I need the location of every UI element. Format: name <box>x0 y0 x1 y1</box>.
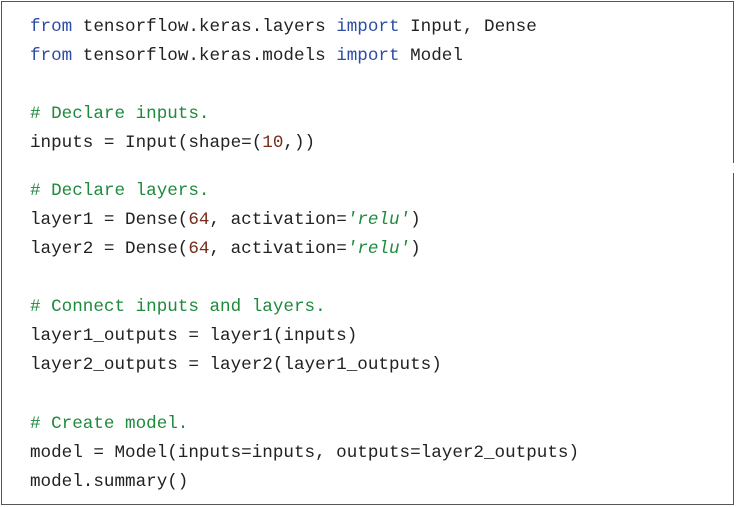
code-token-string: 'relu' <box>346 210 411 230</box>
code-token-plain: layer2_outputs = layer2(layer1_outputs) <box>30 355 442 375</box>
code-token-plain: Model <box>399 46 463 66</box>
border-gap <box>732 163 734 173</box>
code-line: inputs = Input(shape=(10,)) <box>30 129 315 158</box>
code-token-keyword: from <box>30 46 73 66</box>
code-line: from tensorflow.keras.models import Mode… <box>30 42 463 71</box>
code-token-string: 'relu' <box>346 239 411 259</box>
code-token-number: 10 <box>262 133 284 153</box>
code-line: layer2_outputs = layer2(layer1_outputs) <box>30 351 442 380</box>
code-token-comment: # Declare inputs. <box>30 104 210 124</box>
code-token-plain: layer2 = Dense( <box>30 239 189 259</box>
code-token-plain: model = Model(inputs=inputs, outputs=lay… <box>30 443 580 463</box>
code-line: layer2 = Dense(64, activation='relu') <box>30 235 421 264</box>
code-token-plain: , activation= <box>209 210 347 230</box>
code-token-plain: , activation= <box>209 239 347 259</box>
code-line: # Connect inputs and layers. <box>30 293 326 322</box>
code-line: layer1_outputs = layer1(inputs) <box>30 322 357 351</box>
code-token-plain: model.summary() <box>30 472 189 492</box>
code-token-plain: layer1 = Dense( <box>30 210 189 230</box>
code-token-comment: # Declare layers. <box>30 181 210 201</box>
code-token-plain: Input, Dense <box>399 17 537 37</box>
code-token-plain: tensorflow.keras.layers <box>72 17 337 37</box>
code-line: # Create model. <box>30 410 188 439</box>
code-token-plain: layer1_outputs = layer1(inputs) <box>30 326 358 346</box>
code-token-keyword: import <box>336 17 400 37</box>
code-block: from tensorflow.keras.layers import Inpu… <box>1 1 734 505</box>
code-line: layer1 = Dense(64, activation='relu') <box>30 206 421 235</box>
code-line: # Declare inputs. <box>30 100 210 129</box>
code-token-keyword: from <box>30 17 73 37</box>
code-token-comment: # Create model. <box>30 414 189 434</box>
code-token-number: 64 <box>188 210 210 230</box>
code-token-keyword: import <box>336 46 400 66</box>
code-token-plain: ) <box>410 210 421 230</box>
code-line: from tensorflow.keras.layers import Inpu… <box>30 13 537 42</box>
code-token-plain: ) <box>410 239 421 259</box>
code-token-plain: inputs = Input(shape=( <box>30 133 263 153</box>
code-token-comment: # Connect inputs and layers. <box>30 297 326 317</box>
code-line: model = Model(inputs=inputs, outputs=lay… <box>30 439 579 468</box>
code-token-number: 64 <box>188 239 210 259</box>
code-token-plain: ,)) <box>283 133 316 153</box>
code-line: model.summary() <box>30 468 188 497</box>
code-token-plain: tensorflow.keras.models <box>72 46 337 66</box>
code-line: # Declare layers. <box>30 177 210 206</box>
